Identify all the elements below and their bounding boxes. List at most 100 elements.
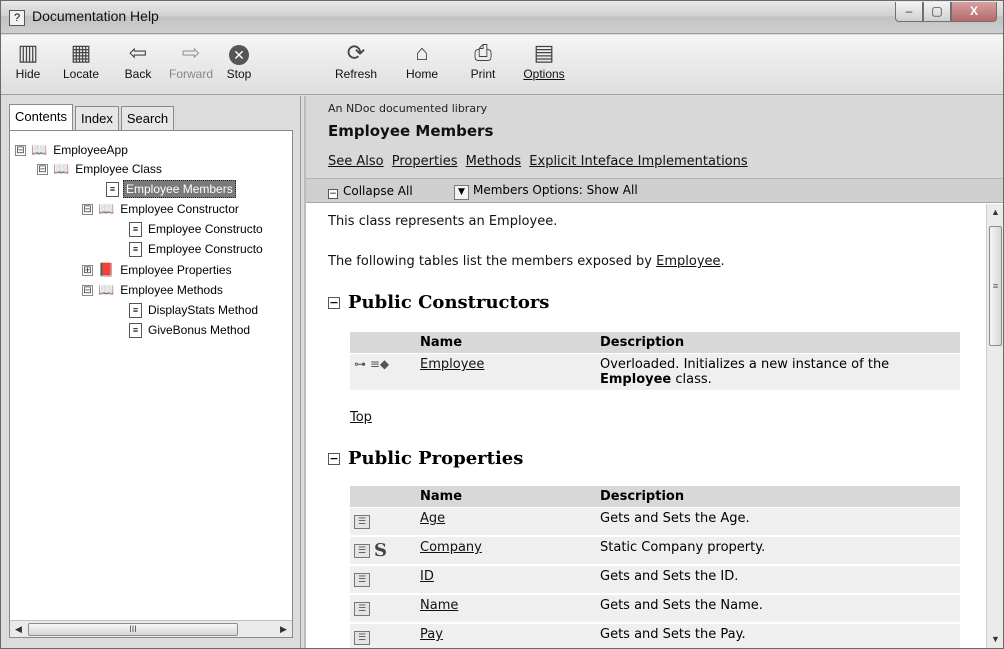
- collapse-icon[interactable]: ⊟: [37, 163, 48, 175]
- methods-link[interactable]: Methods: [466, 154, 522, 169]
- collapse-icon[interactable]: ⊟: [82, 284, 93, 296]
- tree-item-employee-methods[interactable]: ⊟ 📖 Employee Methods: [82, 280, 225, 300]
- scroll-right-icon[interactable]: ▶: [275, 621, 292, 637]
- scroll-up-icon[interactable]: ▲: [987, 204, 1004, 221]
- tree-item-label: Employee Members: [123, 180, 236, 198]
- icon-cell: ☰: [350, 507, 416, 537]
- members-intro-period: .: [720, 254, 725, 269]
- table-row: ☰ Pay Gets and Sets the Pay.: [350, 623, 960, 648]
- open-book-icon: 📖: [53, 161, 70, 176]
- expand-icon[interactable]: ⊞: [82, 264, 93, 276]
- hide-button[interactable]: ▥ Hide: [3, 39, 53, 81]
- tree-item-employee-members[interactable]: ≡ Employee Members: [106, 179, 236, 199]
- tree-item-givebonus-method[interactable]: ≡ GiveBonus Method: [129, 320, 252, 340]
- page-icon: ≡: [106, 181, 119, 197]
- print-label: Print: [470, 67, 496, 81]
- title-bar: ? Documentation Help – ▢ X: [1, 1, 1003, 34]
- tree-item-displaystats-method[interactable]: ≡ DisplayStats Method: [129, 300, 260, 320]
- closed-book-icon: 📕: [98, 262, 115, 277]
- options-button[interactable]: ▤ Options: [519, 39, 569, 81]
- horizontal-scrollbar[interactable]: ◀ III ▶: [10, 620, 292, 637]
- tab-index[interactable]: Index: [75, 106, 119, 131]
- explicit-interface-link[interactable]: Explicit Inteface Implementations: [529, 154, 747, 169]
- description-column-header: Description: [596, 486, 960, 508]
- public-properties-heading[interactable]: − Public Properties: [328, 448, 523, 469]
- stop-label: Stop: [226, 67, 252, 81]
- tree-item-label: Employee Methods: [120, 283, 223, 297]
- locate-label: Locate: [62, 67, 100, 81]
- collapse-all-button[interactable]: − Collapse All: [328, 184, 413, 199]
- class-description: This class represents an Employee.: [328, 214, 558, 229]
- forward-label: Forward: [168, 67, 213, 81]
- constructor-link[interactable]: Employee: [420, 357, 484, 372]
- refresh-button[interactable]: ⟳ Refresh: [331, 39, 381, 81]
- page-title: Employee Members: [328, 122, 494, 140]
- description-cell: Gets and Sets the Age.: [596, 507, 960, 537]
- property-link[interactable]: Age: [420, 511, 445, 526]
- properties-link[interactable]: Properties: [392, 154, 458, 169]
- library-subtitle: An NDoc documented library: [328, 102, 488, 115]
- icon-cell: ☰: [350, 594, 416, 624]
- open-book-icon: 📖: [98, 282, 115, 297]
- table-header-row: Name Description: [350, 332, 960, 354]
- property-link[interactable]: ID: [420, 569, 434, 584]
- name-cell: ID: [416, 565, 596, 595]
- description-cell: Gets and Sets the Pay.: [596, 623, 960, 648]
- tree-item-employee-class[interactable]: ⊟ 📖 Employee Class: [37, 159, 164, 179]
- home-label: Home: [405, 67, 438, 81]
- minimize-button[interactable]: –: [895, 2, 923, 22]
- collapse-icon[interactable]: ⊟: [82, 203, 93, 215]
- tab-contents[interactable]: Contents: [9, 104, 74, 131]
- static-icon: S: [374, 540, 387, 561]
- page-icon: ≡: [129, 221, 142, 237]
- refresh-label: Refresh: [334, 67, 378, 81]
- tree-item-employee-constructor[interactable]: ⊟ 📖 Employee Constructor: [82, 199, 241, 219]
- description-cell: Static Company property.: [596, 536, 960, 566]
- topic-banner: An NDoc documented library Employee Memb…: [306, 96, 1003, 178]
- collapse-icon[interactable]: ⊟: [15, 144, 26, 156]
- tree-item-employee-constructor-2[interactable]: ≡ Employee Constructo: [129, 239, 265, 259]
- open-book-icon: 📖: [31, 142, 48, 157]
- vertical-scrollbar[interactable]: ▲ ≡ ▼: [986, 204, 1003, 648]
- employee-link[interactable]: Employee: [656, 254, 720, 269]
- back-button[interactable]: ⇦ Back: [113, 39, 163, 81]
- scroll-left-icon[interactable]: ◀: [10, 621, 27, 637]
- scroll-down-icon[interactable]: ▼: [987, 631, 1004, 648]
- tree-item-employee-properties[interactable]: ⊞ 📕 Employee Properties: [82, 260, 234, 280]
- close-button[interactable]: X: [951, 2, 997, 22]
- scrollbar-thumb[interactable]: III: [28, 623, 238, 636]
- collapse-section-icon[interactable]: −: [328, 452, 340, 465]
- chevron-down-icon[interactable]: ▼: [454, 185, 469, 200]
- members-options-dropdown[interactable]: ▼ Members Options: Show All: [454, 183, 638, 200]
- public-constructors-heading[interactable]: − Public Constructors: [328, 292, 549, 313]
- tree-item-label: Employee Class: [75, 162, 162, 176]
- see-also-link[interactable]: See Also: [328, 154, 384, 169]
- tree-item-employeeapp[interactable]: ⊟ 📖 EmployeeApp: [15, 140, 130, 160]
- icon-column-header: [350, 332, 416, 354]
- property-link[interactable]: Pay: [420, 627, 443, 642]
- stop-button[interactable]: ✕ Stop: [219, 39, 259, 81]
- locate-button[interactable]: ▦ Locate: [56, 39, 106, 81]
- section-title: Public Properties: [348, 448, 524, 469]
- tree-item-employee-constructor-1[interactable]: ≡ Employee Constructo: [129, 219, 265, 239]
- home-button[interactable]: ⌂ Home: [397, 39, 447, 81]
- property-icon: ☰: [354, 601, 370, 616]
- constructor-member-icon: ⊶ ≡◆: [350, 353, 416, 392]
- top-link[interactable]: Top: [350, 410, 372, 425]
- toolbar: ▥ Hide ▦ Locate ⇦ Back ⇨ Forward ✕ Stop …: [1, 35, 1003, 95]
- navigation-pane: Contents Index Search ⊟ 📖 EmployeeApp ⊟ …: [1, 96, 301, 648]
- collapse-section-icon[interactable]: −: [328, 296, 340, 309]
- property-link[interactable]: Company: [420, 540, 482, 555]
- forward-arrow-icon: ⇨: [181, 40, 201, 65]
- property-link[interactable]: Name: [420, 598, 458, 613]
- contents-tree: ⊟ 📖 EmployeeApp ⊟ 📖 Employee Class ≡ Emp…: [9, 130, 293, 638]
- tab-search[interactable]: Search: [120, 106, 175, 131]
- members-intro: The following tables list the members ex…: [328, 254, 725, 269]
- maximize-button[interactable]: ▢: [923, 2, 951, 22]
- tree-item-label: Employee Constructo: [148, 242, 263, 256]
- forward-button[interactable]: ⇨ Forward: [166, 39, 216, 81]
- tree-item-label: Employee Constructor: [120, 202, 239, 216]
- scrollbar-thumb[interactable]: ≡: [989, 226, 1002, 346]
- members-options-label: Members Options: Show All: [473, 183, 638, 197]
- print-button[interactable]: ⎙ Print: [458, 39, 508, 81]
